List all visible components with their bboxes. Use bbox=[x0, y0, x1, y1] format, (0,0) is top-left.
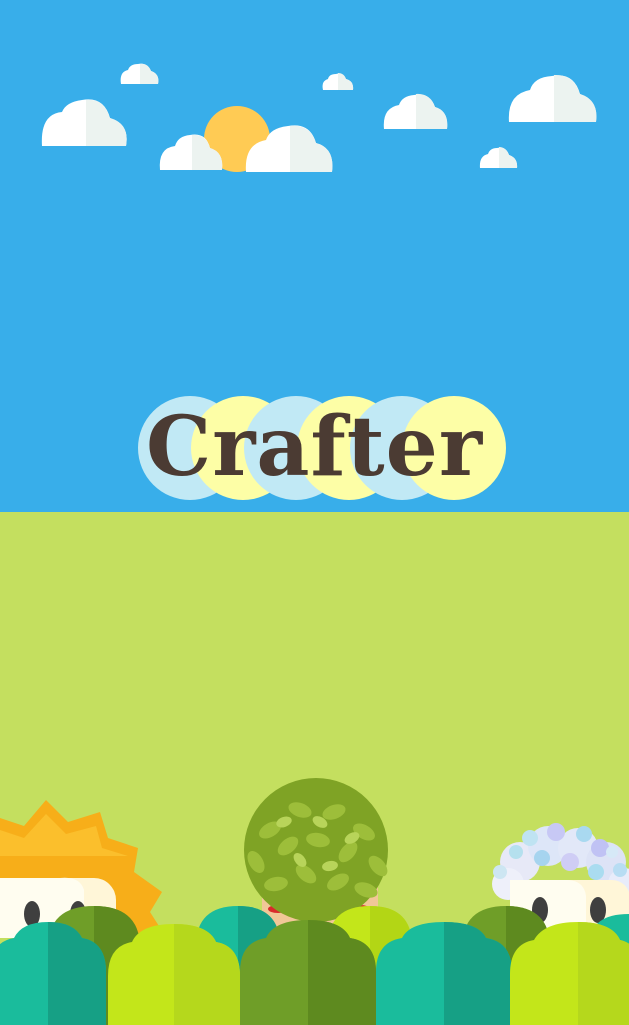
game-scene bbox=[0, 0, 629, 1025]
title-circles bbox=[138, 396, 506, 500]
